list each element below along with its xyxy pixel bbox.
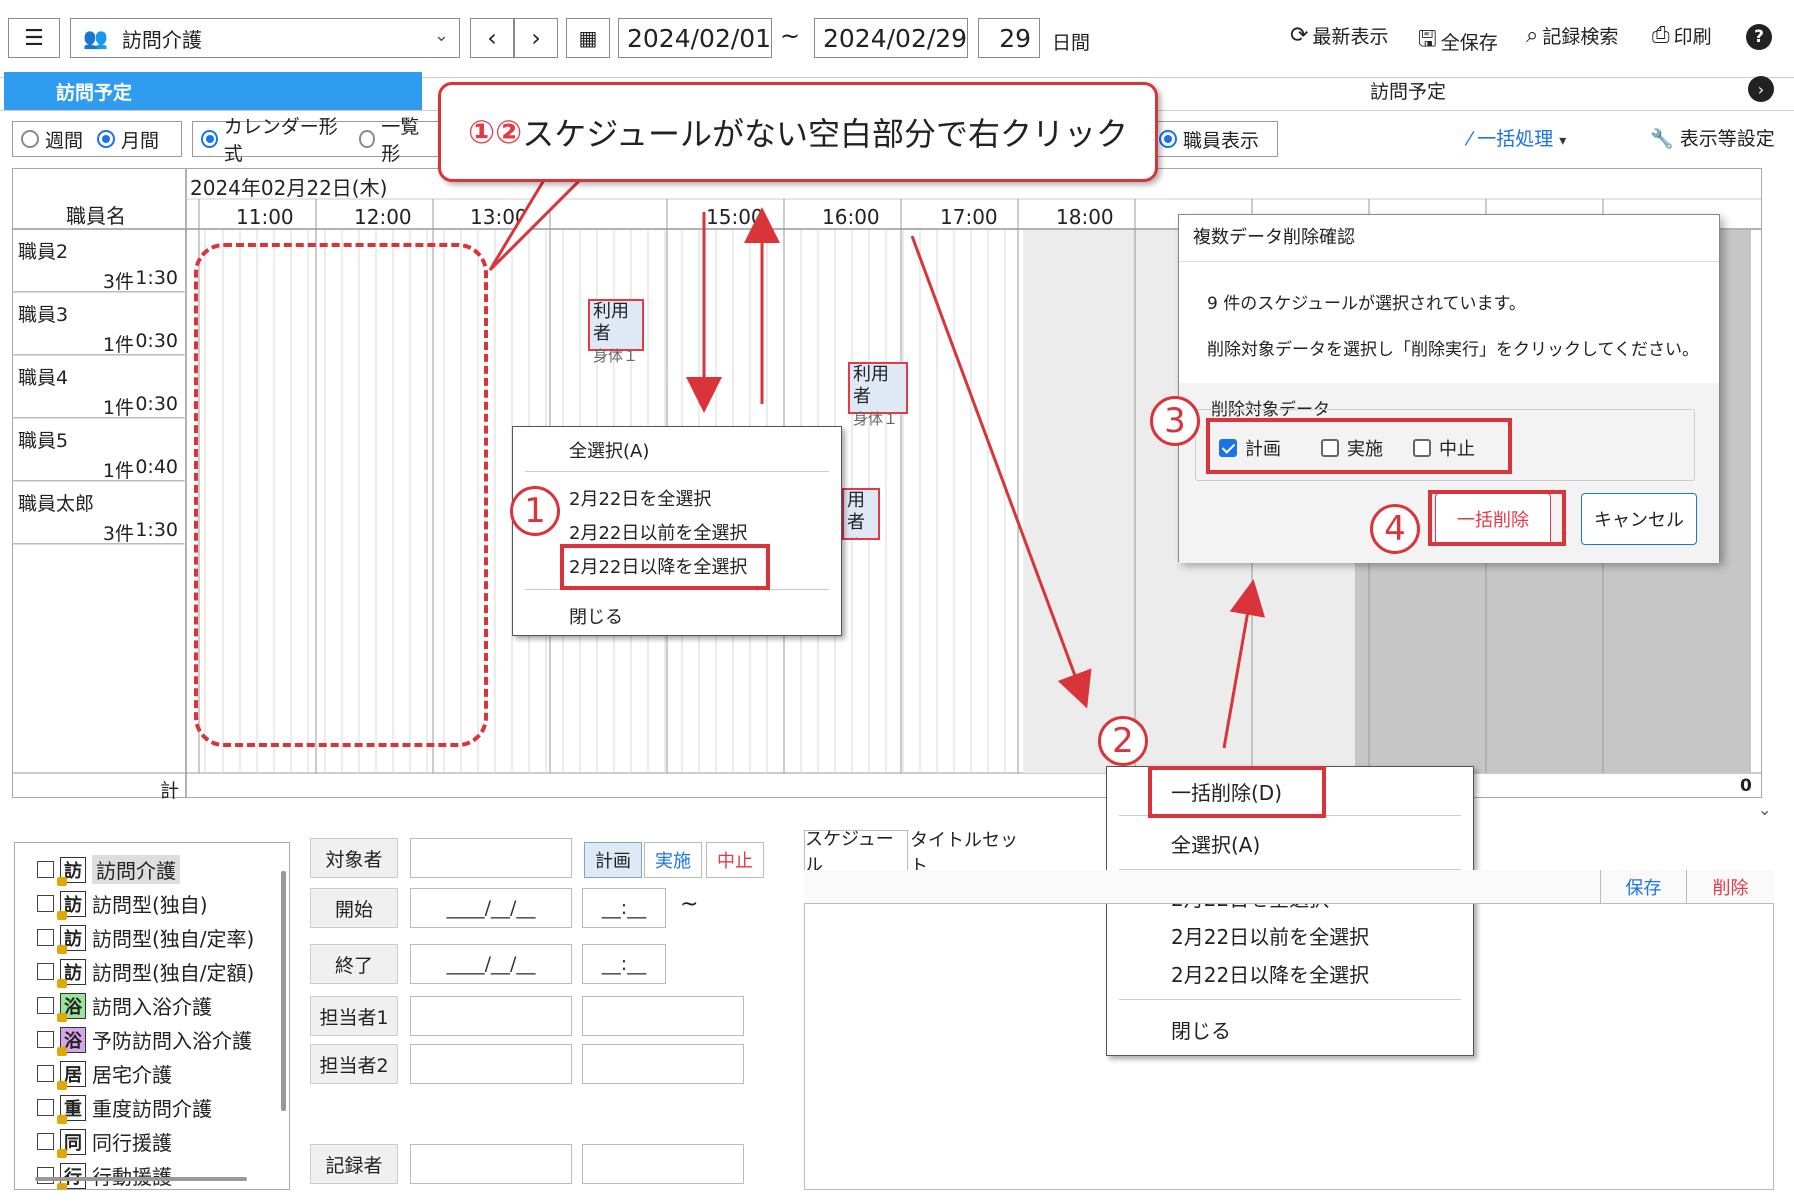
checkbox-icon[interactable]	[37, 1031, 54, 1048]
start-label: 開始	[310, 888, 398, 928]
staff1-extra-field[interactable]	[582, 996, 744, 1036]
step-badge-2: 2	[1098, 716, 1148, 766]
service-icon: 訪	[57, 890, 86, 920]
tree-item[interactable]: 訪 訪問介護	[37, 855, 180, 886]
recorder-extra-field[interactable]	[582, 1144, 744, 1184]
staff1-field[interactable]	[410, 996, 572, 1036]
scrollbar[interactable]	[35, 1177, 247, 1181]
end-label: 終了	[310, 944, 398, 984]
staff2-field[interactable]	[410, 1044, 572, 1084]
tree-item-label: 予防訪問入浴介護	[92, 1029, 252, 1053]
menu-item-select-day[interactable]: 2月22日を全選択	[569, 485, 711, 511]
tree-item-label: 訪問介護	[92, 855, 180, 884]
checkbox-icon[interactable]	[37, 1133, 54, 1150]
tab-schedule[interactable]: スケジュール	[804, 829, 908, 876]
end-time-field[interactable]: __:__	[582, 944, 666, 984]
checkbox-icon[interactable]	[37, 997, 54, 1014]
target-person-field[interactable]	[410, 838, 572, 878]
divider	[1179, 261, 1719, 262]
highlight-box	[1148, 766, 1326, 818]
service-tree: 訪 訪問介護 訪 訪問型(独自) 訪 訪問型(独自/定率) 訪 訪問型(独自/定…	[14, 842, 290, 1190]
recorder-label: 記録者	[310, 1144, 398, 1184]
checkbox-icon[interactable]	[37, 1099, 54, 1116]
checkbox-icon[interactable]	[37, 861, 54, 878]
checkbox-icon[interactable]	[37, 963, 54, 980]
status-cancel-button[interactable]: 中止	[706, 842, 764, 878]
service-icon: 重	[57, 1094, 86, 1124]
delete-button[interactable]: 削除	[1686, 870, 1774, 904]
context-menu: 全選択(A) 2月22日を全選択 2月22日以前を全選択 2月22日以降を全選択…	[512, 426, 842, 636]
menu-item-close[interactable]: 閉じる	[569, 603, 623, 629]
checkbox-icon[interactable]	[37, 1065, 54, 1082]
service-icon: 居	[57, 1060, 86, 1090]
service-icon: 訪	[57, 924, 86, 954]
dialog-instruction: 削除対象データを選択し「削除実行」をクリックしてください。	[1207, 340, 1699, 360]
staff1-label: 担当者1	[310, 996, 398, 1036]
tree-item-label: 訪問型(独自/定額)	[92, 961, 255, 985]
dialog-message: 9 件のスケジュールが選択されています。	[1207, 294, 1526, 314]
checkbox-icon[interactable]	[37, 895, 54, 912]
service-icon: 行	[57, 1162, 86, 1189]
staff2-extra-field[interactable]	[582, 1044, 744, 1084]
status-plan-button[interactable]: 計画	[584, 842, 642, 878]
tree-item-label: 訪問型(独自)	[92, 893, 208, 917]
step-badge-3: 3	[1150, 396, 1200, 446]
tree-item[interactable]: 浴 予防訪問入浴介護	[37, 1025, 252, 1056]
recorder-field[interactable]	[410, 1144, 572, 1184]
tree-item[interactable]: 同 同行援護	[37, 1127, 172, 1158]
tab-title-set[interactable]: タイトルセット	[910, 830, 1022, 877]
service-icon: 浴	[57, 1026, 86, 1056]
tree-item-label: 同行援護	[92, 1131, 172, 1155]
service-icon: 浴	[57, 992, 86, 1022]
tree-item[interactable]: 浴 訪問入浴介護	[37, 991, 212, 1022]
target-person-label: 対象者	[310, 838, 398, 878]
checkbox-icon[interactable]	[37, 929, 54, 946]
tree-item-label: 居宅介護	[92, 1063, 172, 1087]
status-done-button[interactable]: 実施	[644, 842, 702, 878]
start-time-field[interactable]: __:__	[582, 888, 666, 928]
tree-item-label: 訪問型(独自/定率)	[92, 927, 255, 951]
start-date-field[interactable]: ____/__/__	[410, 888, 572, 928]
service-icon: 訪	[57, 856, 86, 886]
tree-item[interactable]: 居 居宅介護	[37, 1059, 172, 1090]
tree-item[interactable]: 訪 訪問型(独自/定率)	[37, 923, 255, 954]
save-button[interactable]: 保存	[1600, 870, 1686, 904]
tree-item-label: 重度訪問介護	[92, 1097, 212, 1121]
schedule-list	[804, 870, 1774, 1190]
menu-separator	[525, 471, 829, 472]
range-separator: ~	[680, 892, 699, 917]
scrollbar[interactable]	[281, 871, 286, 1111]
schedule-panel: スケジュール タイトルセット 保存 削除	[804, 829, 1784, 1200]
dialog-title: 複数データ削除確認	[1193, 227, 1355, 248]
end-date-field[interactable]: ____/__/__	[410, 944, 572, 984]
highlight-box	[560, 544, 770, 590]
tree-item-label: 訪問入浴介護	[92, 995, 212, 1019]
tree-item[interactable]: 訪 訪問型(独自/定額)	[37, 957, 255, 988]
service-icon: 同	[57, 1128, 86, 1158]
tree-item[interactable]: 重 重度訪問介護	[37, 1093, 212, 1124]
highlight-box	[1206, 418, 1512, 474]
step-badge-1: 1	[510, 486, 560, 536]
menu-item-select-all[interactable]: 全選択(A)	[569, 437, 649, 463]
tree-item[interactable]: 行 行動援護	[37, 1161, 172, 1189]
highlight-box	[1428, 490, 1566, 546]
tree-item-label: 行動援護	[92, 1161, 172, 1189]
checkbox-icon[interactable]	[37, 1167, 54, 1184]
menu-item-select-before[interactable]: 2月22日以前を全選択	[569, 519, 747, 545]
step-badge-4: 4	[1370, 504, 1420, 554]
staff2-label: 担当者2	[310, 1044, 398, 1084]
cancel-button[interactable]: キャンセル	[1581, 493, 1697, 545]
service-icon: 訪	[57, 958, 86, 988]
tree-item[interactable]: 訪 訪問型(独自)	[37, 889, 208, 920]
